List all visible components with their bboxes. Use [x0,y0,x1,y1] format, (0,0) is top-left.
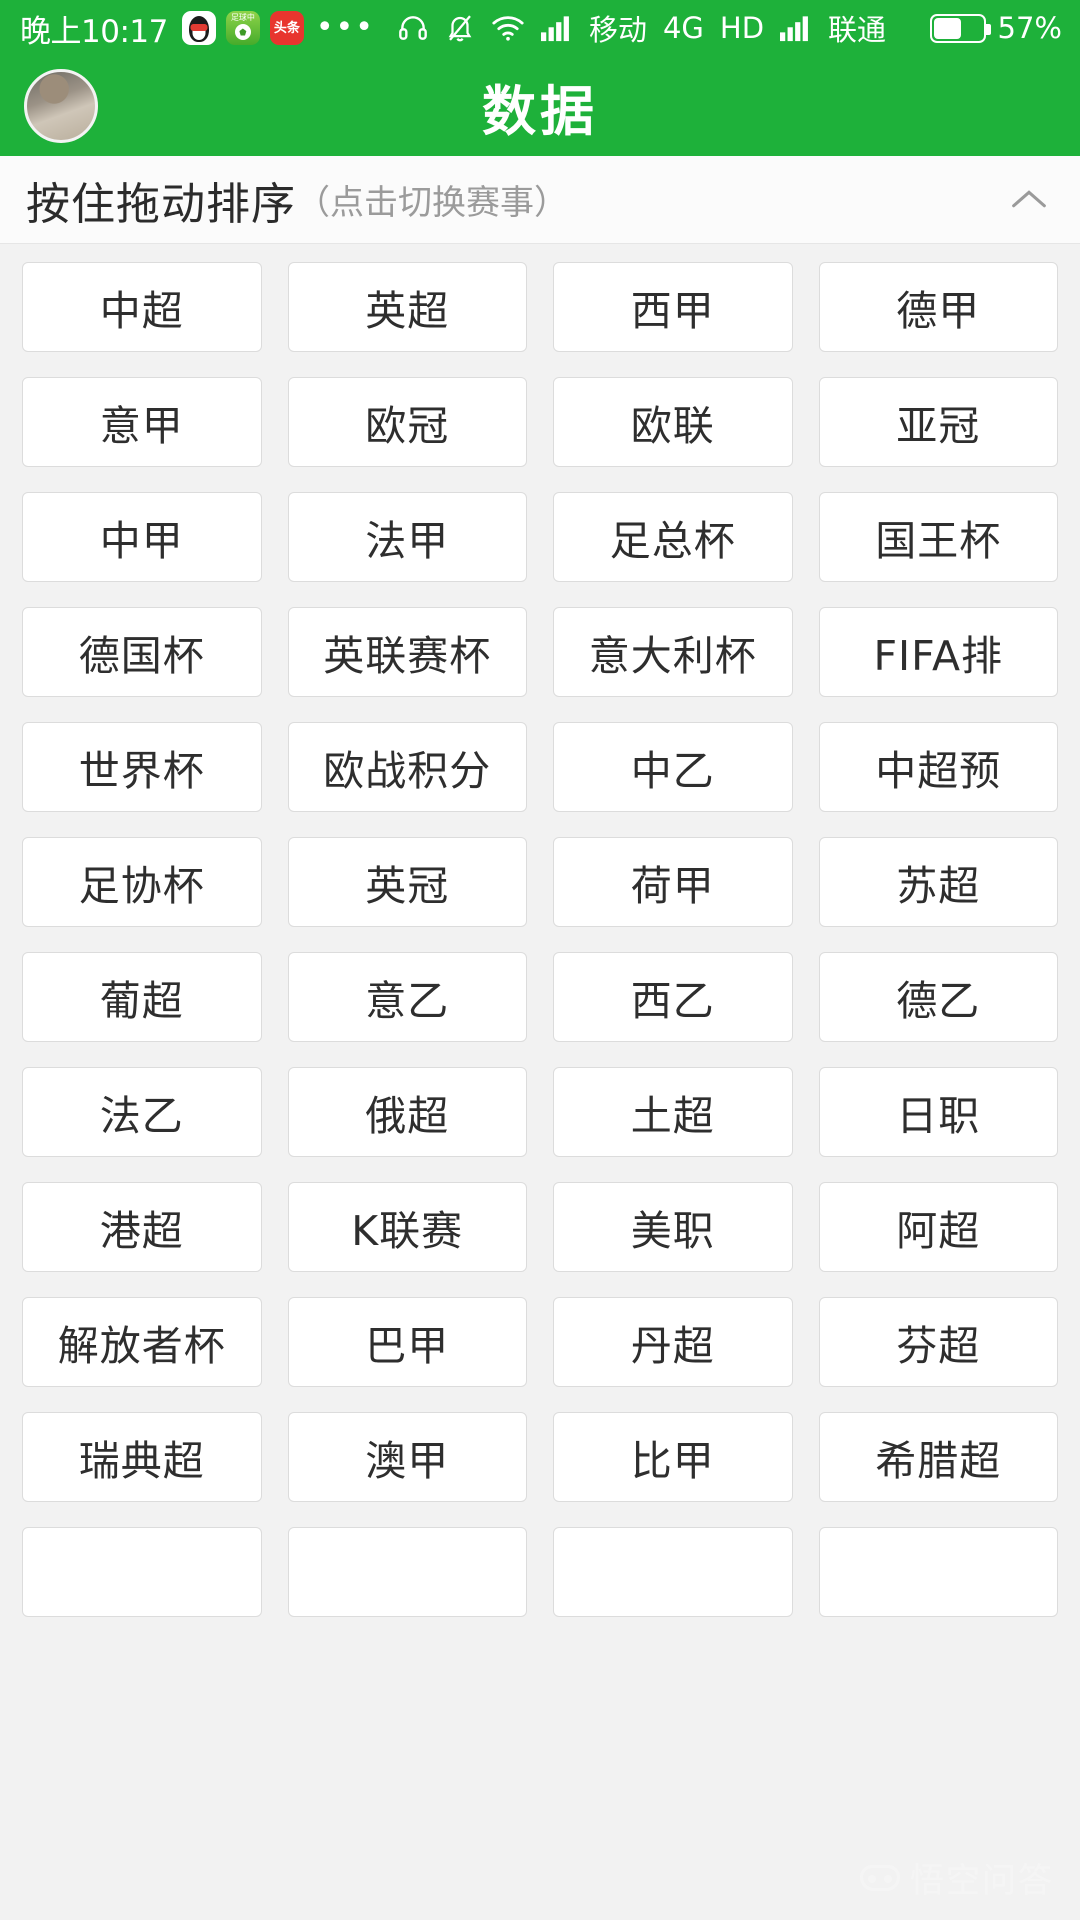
league-cell[interactable]: K联赛 [287,1182,527,1272]
league-cell[interactable]: 世界杯 [22,722,262,812]
page-title: 数据 [482,79,598,143]
wifi-icon [491,13,525,43]
league-cell[interactable]: 足协杯 [22,837,262,927]
league-cell[interactable]: 中超预 [818,722,1058,812]
league-cell[interactable]: 芬超 [818,1297,1058,1387]
league-cell[interactable]: 英冠 [287,837,527,927]
network-type-label: 4G [662,11,704,45]
football-app-icon: 足球中 [225,11,260,45]
league-cell[interactable]: 中甲 [22,492,262,582]
league-cell[interactable]: FIFA排 [818,607,1058,697]
league-cell[interactable]: 法甲 [287,492,527,582]
league-cell[interactable]: 阿超 [818,1182,1058,1272]
signal-icon-secondary [780,14,812,42]
league-cell[interactable]: 西甲 [553,262,793,352]
league-grid-scroll-area[interactable]: 中超 英超 西甲 德甲意甲 欧冠 欧联 亚冠中甲 法甲 足总杯 国王杯德国杯 英联赛杯 意大利杯 FIF… [0,244,1080,1919]
league-cell[interactable]: 亚冠 [818,377,1058,467]
avatar[interactable] [24,69,98,143]
league-cell[interactable]: 中乙 [553,722,793,812]
football-app-icon-label: 足球中 [230,13,255,22]
league-cell[interactable]: 比甲 [553,1412,793,1502]
league-cell[interactable]: 欧联 [553,377,793,467]
status-bar: 晚上10:17 足球中 头条 ••• 移动 4G HD 联通 57% [0,0,1080,56]
league-cell[interactable]: 英联赛杯 [287,607,527,697]
league-cell[interactable]: 丹超 [553,1297,793,1387]
league-cell[interactable]: 解放者杯 [22,1297,262,1387]
league-cell[interactable]: 德国杯 [22,607,262,697]
app-title-bar: 数据 [0,56,1080,156]
league-cell[interactable]: 中超 [22,262,262,352]
league-cell[interactable]: 德甲 [818,262,1058,352]
league-cell[interactable]: 苏超 [818,837,1058,927]
league-cell[interactable]: 意乙 [287,952,527,1042]
battery-percent-label: 57% [997,11,1062,45]
status-overflow-dots: ••• [315,10,375,45]
league-cell[interactable]: 日职 [818,1067,1058,1157]
league-cell[interactable]: 足总杯 [553,492,793,582]
status-time: 晚上10:17 [20,13,168,50]
league-cell[interactable]: 瑞典超 [22,1412,262,1502]
league-cell-empty[interactable] [287,1527,527,1617]
league-cell[interactable]: 意甲 [22,377,262,467]
hd-label: HD [719,11,765,45]
league-cell-empty[interactable] [818,1527,1058,1617]
toutiao-icon-label: 头条 [273,20,300,36]
league-cell[interactable]: 德乙 [818,952,1058,1042]
qq-icon [181,11,216,45]
league-cell[interactable]: 港超 [22,1182,262,1272]
league-cell[interactable]: 国王杯 [818,492,1058,582]
league-cell[interactable]: 土超 [553,1067,793,1157]
sort-hint-header[interactable]: 按住拖动排序 （点击切换赛事） [0,156,1080,244]
league-cell[interactable]: 俄超 [287,1067,527,1157]
toutiao-icon: 头条 [269,11,304,45]
league-cell[interactable]: 荷甲 [553,837,793,927]
league-cell[interactable]: 欧战积分 [287,722,527,812]
sort-hint-sub-text: （点击切换赛事） [296,183,568,223]
signal-icon [540,14,573,42]
carrier-primary-label: 移动 [588,13,647,47]
status-app-icons: 足球中 头条 [181,11,304,45]
league-cell-empty[interactable] [553,1527,793,1617]
chevron-up-icon[interactable] [1006,177,1052,223]
league-cell[interactable]: 意大利杯 [553,607,793,697]
sort-hint-main-text: 按住拖动排序 [26,178,296,230]
league-cell[interactable]: 法乙 [22,1067,262,1157]
league-cell[interactable]: 英超 [287,262,527,352]
league-grid: 中超 英超 西甲 德甲意甲 欧冠 欧联 亚冠中甲 法甲 足总杯 国王杯德国杯 英联赛杯 意大利杯 FIF… [22,262,1058,1617]
battery-icon [929,13,991,43]
league-cell[interactable]: 葡超 [22,952,262,1042]
bell-muted-icon [445,12,475,44]
league-cell[interactable]: 美职 [553,1182,793,1272]
league-cell-empty[interactable] [22,1527,262,1617]
league-cell[interactable]: 欧冠 [287,377,527,467]
headset-icon [397,12,429,44]
league-cell[interactable]: 希腊超 [818,1412,1058,1502]
carrier-secondary-label: 联通 [828,13,887,47]
league-cell[interactable]: 澳甲 [287,1412,527,1502]
league-cell[interactable]: 巴甲 [287,1297,527,1387]
league-cell[interactable]: 西乙 [553,952,793,1042]
